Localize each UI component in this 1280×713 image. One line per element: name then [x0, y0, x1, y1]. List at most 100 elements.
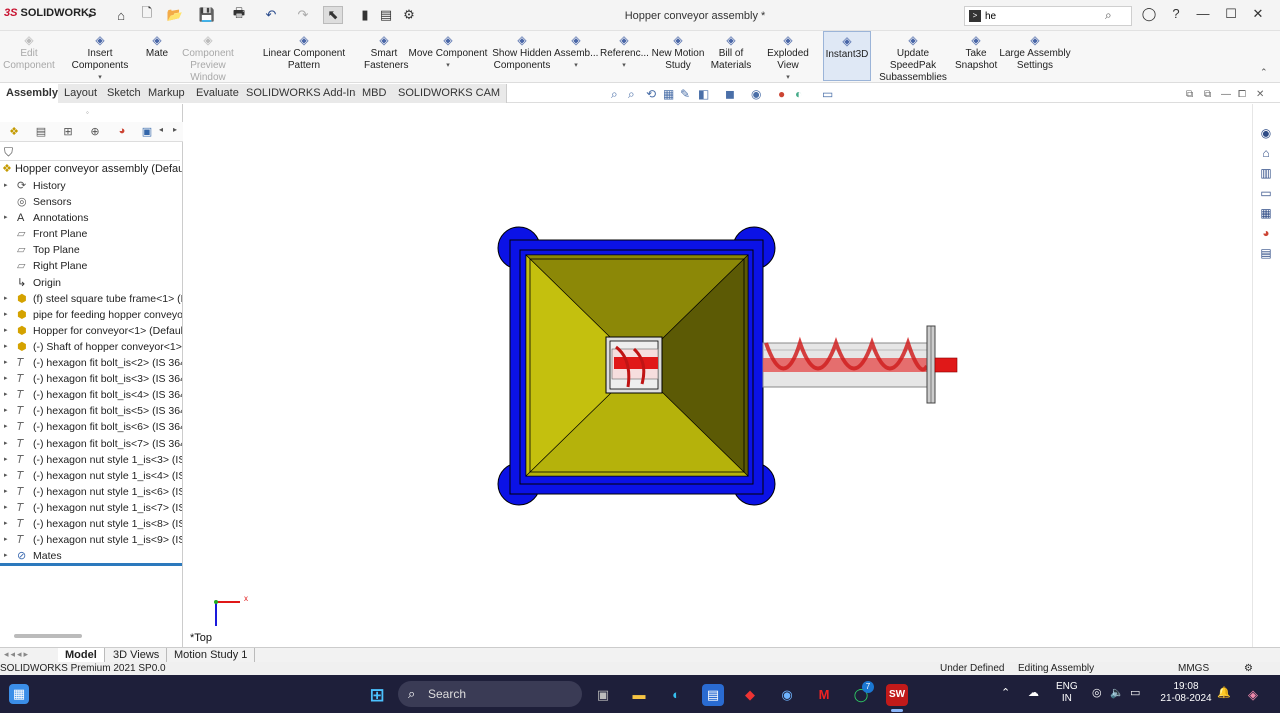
menu-expand-icon[interactable]: ▸: [86, 6, 96, 24]
command-speedpak[interactable]: ◈ Update SpeedPak Subassemblies: [873, 33, 953, 84]
hide-show-icon[interactable]: ◉: [751, 87, 761, 101]
viewport-close-icon[interactable]: ✕: [1256, 89, 1264, 100]
collapse-ribbon-icon[interactable]: ⌃: [1260, 67, 1268, 78]
tree-item[interactable]: ▱ Right Plane: [0, 258, 182, 274]
minimize-button[interactable]: —: [1192, 6, 1214, 26]
dimxpert-tab-icon[interactable]: ⊕: [86, 125, 104, 139]
display-manager-tab-icon[interactable]: ◕: [113, 125, 131, 139]
tree-item[interactable]: ▸ ⟳ History: [0, 178, 182, 194]
widgets-icon[interactable]: ▦: [9, 684, 29, 704]
expand-arrow-icon[interactable]: ▸: [4, 403, 12, 419]
command-motion-study[interactable]: ◈ New Motion Study: [650, 33, 706, 72]
tree-item[interactable]: ▸ ⬢ (-) Shaft of hopper conveyor<1>: [0, 339, 182, 355]
tree-item[interactable]: ↳ Origin: [0, 275, 182, 291]
start-icon[interactable]: ⊞: [366, 684, 388, 706]
tree-divider[interactable]: [0, 563, 182, 566]
panel-splitter-handle[interactable]: ◦: [86, 108, 89, 117]
battery-icon[interactable]: ▭: [1130, 687, 1140, 699]
anydesk-icon[interactable]: ◆: [739, 684, 761, 706]
viewport-tile-icon[interactable]: ⧉: [1204, 89, 1211, 100]
tree-item[interactable]: ▱ Top Plane: [0, 242, 182, 258]
expand-arrow-icon[interactable]: ▸: [4, 307, 12, 323]
command-linear-pattern[interactable]: ◈ Linear Component Pattern: [246, 33, 362, 72]
tree-item[interactable]: ▸ 𝑇 (-) hexagon fit bolt_is<2> (IS 364: [0, 355, 182, 371]
expand-arrow-icon[interactable]: ▸: [4, 468, 12, 484]
account-icon[interactable]: ◯: [1138, 6, 1160, 26]
feature-manager-tab-icon[interactable]: ❖: [5, 125, 23, 139]
tree-item[interactable]: ▸ 𝑇 (-) hexagon nut style 1_is<8> (IS: [0, 516, 182, 532]
tree-item[interactable]: ◎ Sensors: [0, 194, 182, 210]
mcafee-icon[interactable]: M: [813, 684, 835, 706]
edit-appearance-icon[interactable]: ●: [778, 87, 785, 101]
tab-markup[interactable]: Markup: [142, 84, 192, 103]
solidworks-logo[interactable]: 3S SOLIDWORKS: [4, 7, 96, 19]
solidworks-resources-icon[interactable]: ◉: [1258, 126, 1274, 142]
dropdown-arrow-icon[interactable]: ▾: [756, 72, 820, 84]
command-instant3d[interactable]: ◈ Instant3D: [823, 31, 871, 81]
undo-icon[interactable]: ↶: [262, 6, 280, 24]
expand-arrow-icon[interactable]: ▸: [4, 323, 12, 339]
expand-arrow-icon[interactable]: ▸: [4, 500, 12, 516]
status-options-icon[interactable]: ⚙: [1244, 663, 1253, 674]
custom-properties-icon[interactable]: ▤: [1258, 246, 1274, 262]
file-explorer-app-icon[interactable]: ▬: [628, 684, 650, 706]
options-gear-icon[interactable]: ⚙: [400, 6, 418, 24]
view-palette-icon[interactable]: ▦: [1258, 206, 1274, 222]
expand-arrow-icon[interactable]: ▸: [4, 516, 12, 532]
tab-sketch[interactable]: Sketch: [101, 84, 148, 103]
apply-scene-icon[interactable]: ◐: [795, 87, 802, 101]
tree-item[interactable]: ▸ ⬢ (f) steel square tube frame<1> (D: [0, 291, 182, 307]
expand-arrow-icon[interactable]: ▸: [4, 387, 12, 403]
zoom-to-fit-icon[interactable]: ⌕: [611, 87, 618, 102]
tree-item[interactable]: ▸ 𝑇 (-) hexagon nut style 1_is<7> (IS: [0, 500, 182, 516]
command-bom[interactable]: ◈ Bill of Materials: [708, 33, 754, 72]
chrome-icon[interactable]: ◉: [776, 684, 798, 706]
viewport-maximize-icon[interactable]: ⧠: [1238, 89, 1246, 100]
home-icon[interactable]: ⌂: [112, 6, 130, 24]
tree-horizontal-scrollbar[interactable]: [14, 634, 82, 638]
command-move-component[interactable]: ◈ Move Component ▾: [406, 33, 490, 72]
command-exploded-view[interactable]: ◈ Exploded View ▾: [756, 33, 820, 84]
expand-arrow-icon[interactable]: ▸: [4, 291, 12, 307]
tree-item[interactable]: ▸ 𝑇 (-) hexagon nut style 1_is<9> (IS: [0, 532, 182, 548]
onedrive-cloud-icon[interactable]: ☁: [1028, 687, 1039, 699]
graphics-area[interactable]: x: [184, 104, 1250, 647]
tab-model[interactable]: Model: [58, 648, 105, 663]
tree-item[interactable]: ▸ 𝑇 (-) hexagon fit bolt_is<7> (IS 364: [0, 436, 182, 452]
solidworks-app-icon[interactable]: SW: [886, 684, 908, 706]
section-view-icon[interactable]: ▦: [663, 87, 674, 101]
expand-arrow-icon[interactable]: ▸: [4, 210, 12, 226]
command-insert-components[interactable]: ◈ Insert Components ▾: [58, 33, 142, 84]
tree-item[interactable]: ▱ Front Plane: [0, 226, 182, 242]
tree-item[interactable]: ▸ ⊘ Mates: [0, 548, 182, 564]
viewport-minimize-icon[interactable]: —: [1221, 89, 1231, 100]
home-tab-icon[interactable]: ⌂: [1258, 146, 1274, 162]
print-icon[interactable]: 🖶: [230, 5, 248, 24]
appearances-icon[interactable]: ◕: [1258, 226, 1274, 242]
tab-3d-views[interactable]: 3D Views: [106, 648, 168, 663]
show-hidden-icons-chevron-icon[interactable]: ⌃: [1001, 687, 1010, 699]
design-library-icon[interactable]: ▥: [1258, 166, 1274, 182]
tree-item[interactable]: ▸ 𝑇 (-) hexagon fit bolt_is<6> (IS 364: [0, 419, 182, 435]
new-document-icon[interactable]: 🗋: [138, 5, 156, 24]
tab-scroll-right-icon[interactable]: ▸: [166, 125, 184, 139]
expand-arrow-icon[interactable]: ▸: [4, 355, 12, 371]
dropdown-arrow-icon[interactable]: ▾: [58, 72, 142, 84]
tab-assembly[interactable]: Assembly: [0, 84, 65, 103]
tab-motion-study[interactable]: Motion Study 1: [167, 648, 256, 663]
tab-nav-arrows-icon[interactable]: ◂◂◂▸: [4, 649, 30, 660]
edge-browser-icon[interactable]: ◐: [665, 684, 687, 706]
copilot-icon[interactable]: ◈: [1242, 684, 1264, 706]
maximize-button[interactable]: ☐: [1220, 6, 1242, 26]
command-assembly-features[interactable]: ◈ Assemb... ▾: [554, 33, 598, 72]
tree-item[interactable]: ▸ 𝑇 (-) hexagon fit bolt_is<3> (IS 364: [0, 371, 182, 387]
search-input[interactable]: [985, 9, 1095, 23]
clock[interactable]: 19:08 21-08-2024: [1158, 681, 1214, 705]
tree-item[interactable]: ▸ A Annotations: [0, 210, 182, 226]
tab-solidworks-cam[interactable]: SOLIDWORKS CAM: [392, 84, 508, 103]
command-edit-component[interactable]: ◈ Edit Component: [2, 33, 56, 72]
dynamic-annotation-icon[interactable]: ✎: [680, 87, 690, 101]
help-icon[interactable]: ?: [1165, 6, 1187, 26]
command-mate[interactable]: ◈ Mate: [144, 33, 170, 60]
dropdown-arrow-icon[interactable]: ▾: [600, 60, 648, 72]
